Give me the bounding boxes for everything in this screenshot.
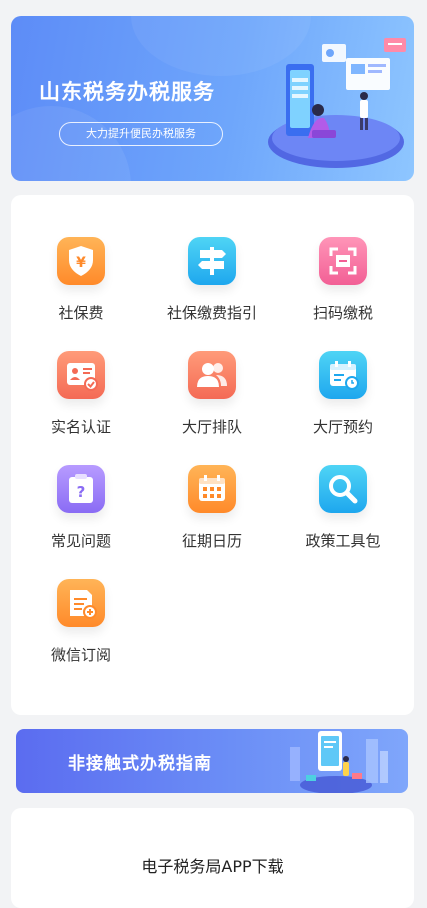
scan-icon bbox=[319, 237, 367, 285]
service-label: 社保缴费指引 bbox=[166, 304, 257, 322]
service-item-payment-guide[interactable]: 社保缴费指引 bbox=[145, 237, 279, 337]
service-item-policy-toolkit[interactable]: 政策工具包 bbox=[276, 465, 410, 565]
service-label: 政策工具包 bbox=[305, 532, 381, 550]
calendar-clock-icon bbox=[319, 351, 367, 399]
app-download-title: 电子税务局APP下载 bbox=[141, 857, 284, 876]
service-item-wechat-subscribe[interactable]: 微信订阅 bbox=[14, 579, 148, 679]
guide-title: 非接触式办税指南 bbox=[68, 754, 212, 774]
service-label: 扫码缴税 bbox=[312, 304, 373, 322]
service-label: 大厅排队 bbox=[181, 418, 242, 436]
service-item-tax-calendar[interactable]: 征期日历 bbox=[145, 465, 279, 565]
service-label: 社保费 bbox=[58, 304, 104, 322]
magnifier-icon bbox=[319, 465, 367, 513]
service-label: 微信订阅 bbox=[50, 646, 111, 664]
svg-text:?: ? bbox=[77, 483, 86, 501]
svg-text:¥: ¥ bbox=[76, 255, 86, 271]
id-card-icon bbox=[57, 351, 105, 399]
service-grid: ¥ 社保费 社保缴费指引 扫码缴税 实名认证 大厅排队 大厅预约 ? 常见问题 … bbox=[11, 195, 414, 715]
service-item-hall-queue[interactable]: 大厅排队 bbox=[145, 351, 279, 451]
people-icon bbox=[188, 351, 236, 399]
service-label: 常见问题 bbox=[50, 532, 111, 550]
service-item-faq[interactable]: ? 常见问题 bbox=[14, 465, 148, 565]
service-item-scan-pay[interactable]: 扫码缴税 bbox=[276, 237, 410, 337]
service-label: 实名认证 bbox=[50, 418, 111, 436]
question-icon: ? bbox=[57, 465, 105, 513]
subscribe-doc-icon bbox=[57, 579, 105, 627]
banner-title: 山东税务办税服务 bbox=[39, 80, 215, 104]
app-download-card[interactable]: 电子税务局APP下载 bbox=[11, 808, 414, 908]
service-item-hall-appointment[interactable]: 大厅预约 bbox=[276, 351, 410, 451]
shield-yuan-icon: ¥ bbox=[57, 237, 105, 285]
calendar-icon bbox=[188, 465, 236, 513]
hero-banner[interactable]: 山东税务办税服务 大力提升便民办税服务 bbox=[11, 16, 414, 181]
contactless-guide-banner[interactable]: 非接触式办税指南 bbox=[16, 729, 408, 793]
service-label: 征期日历 bbox=[181, 532, 242, 550]
service-label: 大厅预约 bbox=[312, 418, 373, 436]
banner-subtitle: 大力提升便民办税服务 bbox=[59, 122, 223, 146]
signpost-icon bbox=[188, 237, 236, 285]
service-item-real-name-auth[interactable]: 实名认证 bbox=[14, 351, 148, 451]
guide-illustration bbox=[290, 731, 388, 793]
banner-illustration bbox=[268, 38, 406, 168]
service-item-social-insurance[interactable]: ¥ 社保费 bbox=[14, 237, 148, 337]
